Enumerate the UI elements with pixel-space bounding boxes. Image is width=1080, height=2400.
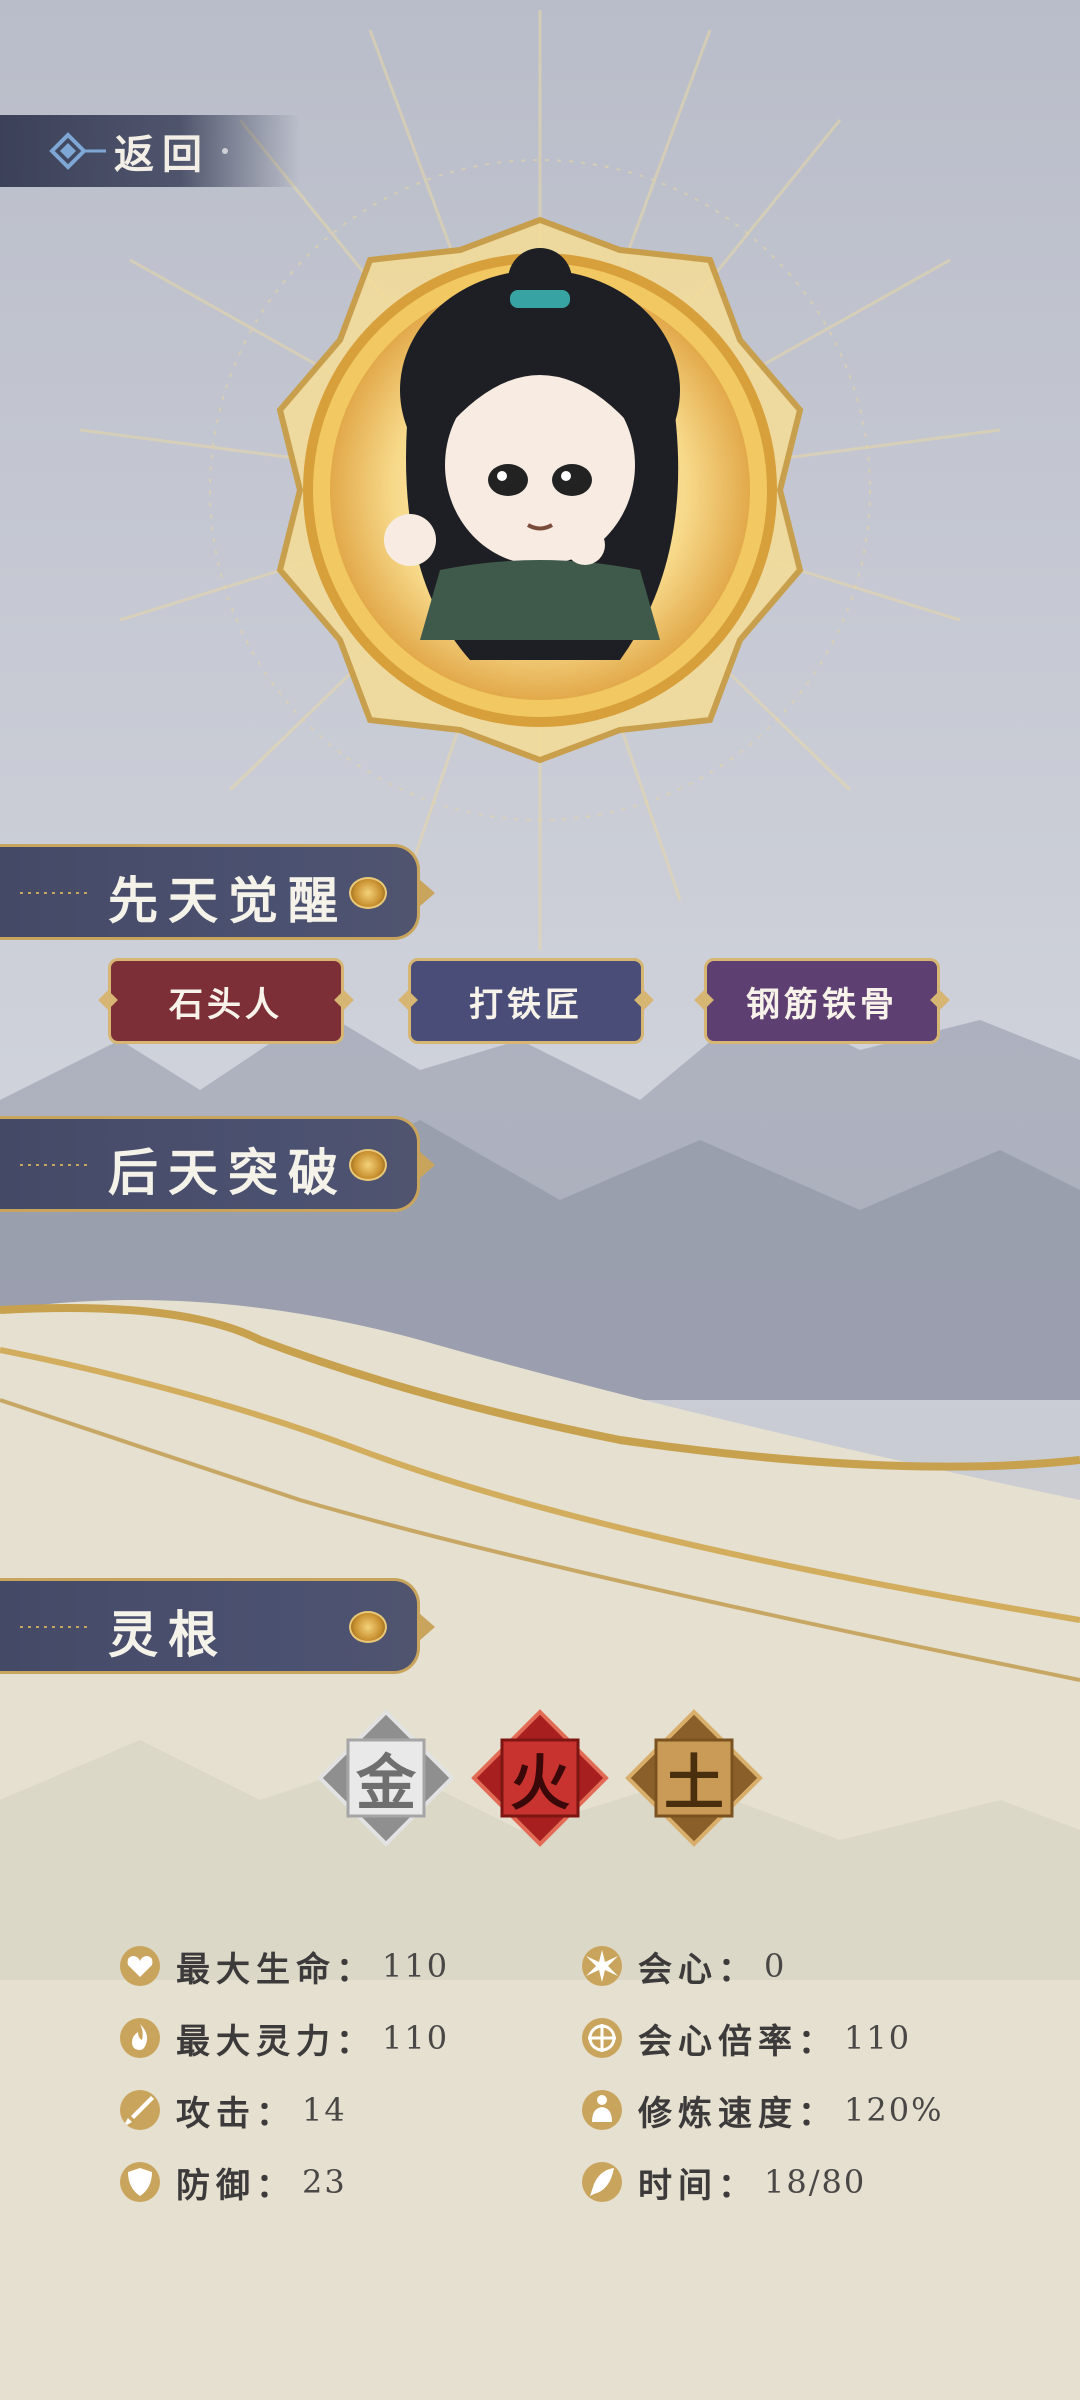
tag-label: 石头人 <box>169 984 283 1025</box>
meditation-icon <box>582 2090 622 2130</box>
stat-value: 120% <box>844 2091 944 2129</box>
element-char: 金 <box>356 1748 416 1819</box>
fire-element-icon[interactable]: 火 <box>470 1708 610 1848</box>
stat-label: 防御： <box>176 2165 296 2206</box>
gem-icon <box>349 1611 387 1643</box>
flame-icon <box>120 2018 160 2058</box>
stat-defense: 防御： 23 <box>118 2154 347 2210</box>
stat-label: 会心倍率： <box>638 2021 838 2062</box>
stat-max-hp: 最大生命： 110 <box>118 1938 449 1994</box>
stat-cultivation-speed: 修炼速度： 120% <box>580 2082 943 2138</box>
stat-time: 时间： 18/80 <box>580 2154 866 2210</box>
gem-icon <box>349 877 387 909</box>
element-char: 土 <box>664 1748 724 1819</box>
tag-talent-2[interactable]: 打铁匠 <box>408 958 644 1044</box>
avatar-portrait <box>276 216 804 764</box>
earth-element-icon[interactable]: 土 <box>624 1708 764 1848</box>
tag-talent-3[interactable]: 钢筋铁骨 <box>704 958 940 1044</box>
stat-label: 修炼速度： <box>638 2093 838 2134</box>
metal-element-icon[interactable]: 金 <box>316 1708 456 1848</box>
tag-label: 钢筋铁骨 <box>746 984 898 1025</box>
stat-value: 23 <box>302 2163 347 2201</box>
arrow-tip <box>419 1613 435 1641</box>
sword-icon <box>120 2090 160 2130</box>
heart-icon <box>120 1946 160 1986</box>
tag-talent-1[interactable]: 石头人 <box>108 958 344 1044</box>
stat-value: 14 <box>302 2091 347 2129</box>
section-innate-awakening: 先天觉醒 <box>0 844 435 940</box>
burst-icon <box>582 1946 622 1986</box>
section-spirit-root: 灵根 <box>0 1578 435 1674</box>
section-acquired-breakthrough: 后天突破 <box>0 1116 435 1212</box>
stat-value: 18/80 <box>764 2163 867 2201</box>
ornament-dots <box>20 892 90 894</box>
section-title: 灵根 <box>108 1605 228 1664</box>
stat-attack: 攻击： 14 <box>118 2082 347 2138</box>
stat-crit-multiplier: 会心倍率： 110 <box>580 2010 911 2066</box>
arrow-tip <box>419 1151 435 1179</box>
ornament-dots <box>20 1164 90 1166</box>
stat-label: 会心： <box>638 1949 758 1990</box>
shield-icon <box>120 2162 160 2202</box>
section-title: 后天突破 <box>108 1143 348 1202</box>
stat-value: 110 <box>382 1947 450 1985</box>
element-char: 火 <box>510 1748 570 1819</box>
stat-value: 0 <box>764 1947 787 1985</box>
ornament-dots <box>20 1626 90 1628</box>
arrow-tip <box>419 879 435 907</box>
stat-label: 攻击： <box>176 2093 296 2134</box>
back-label: 返回 <box>114 131 210 178</box>
gem-icon <box>349 1149 387 1181</box>
stat-label: 最大生命： <box>176 1949 376 1990</box>
crosshair-icon <box>582 2018 622 2058</box>
title-dot <box>222 148 228 154</box>
stat-crit: 会心： 0 <box>580 1938 786 1994</box>
stat-max-mana: 最大灵力： 110 <box>118 2010 449 2066</box>
character-avatar[interactable] <box>240 190 840 790</box>
stat-label: 最大灵力： <box>176 2021 376 2062</box>
stat-label: 时间： <box>638 2165 758 2206</box>
back-button[interactable]: 返回 <box>0 115 300 187</box>
section-title: 先天觉醒 <box>108 871 348 930</box>
back-diamond-icon <box>49 132 106 170</box>
stat-value: 110 <box>844 2019 912 2057</box>
tag-label: 打铁匠 <box>469 984 583 1025</box>
feather-icon <box>582 2162 622 2202</box>
stat-value: 110 <box>382 2019 450 2057</box>
